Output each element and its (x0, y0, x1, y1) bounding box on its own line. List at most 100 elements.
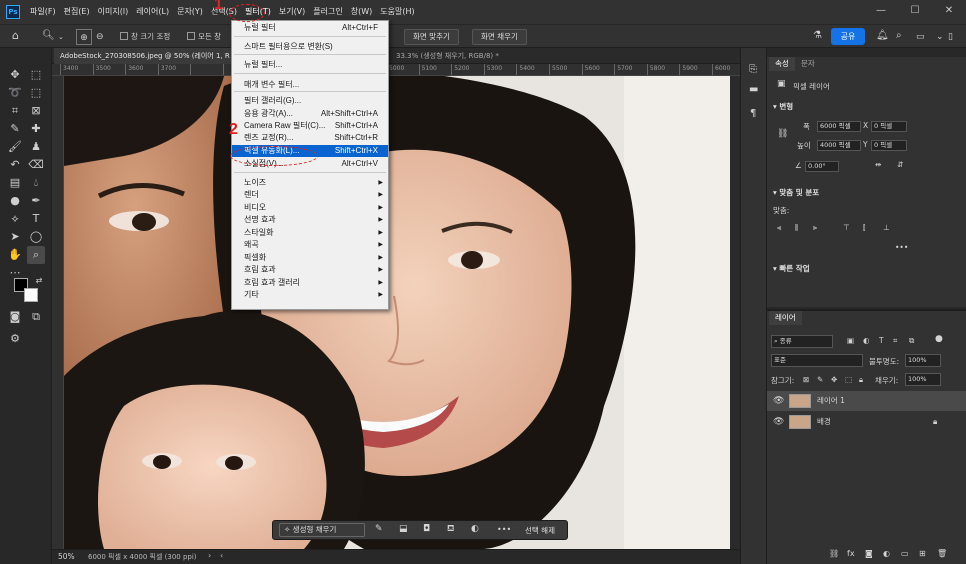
angle-field[interactable]: 0.00° (805, 161, 839, 172)
zoom-level[interactable]: 50% (58, 552, 75, 561)
filter-menu-item[interactable]: 픽셀화 ▶ (232, 252, 388, 264)
type-tool-icon[interactable]: T (27, 210, 45, 228)
filter-menu-item[interactable]: 뉴럴 필터... (232, 59, 388, 71)
brush-icon[interactable]: ✎ (375, 524, 383, 534)
chevron-down-icon[interactable]: ⌄ (936, 29, 944, 45)
filter-menu-item[interactable]: 기타 ▶ (232, 289, 388, 301)
eyedropper-tool-icon[interactable]: ✎ (6, 120, 24, 138)
dodge-tool-icon[interactable]: ● (6, 192, 24, 210)
lock-image-icon[interactable]: ✎ (817, 375, 823, 384)
lock-all-icon[interactable]: 🔒︎ (859, 375, 863, 385)
align-right-icon[interactable]: ⫸ (813, 223, 817, 233)
group-folder-icon[interactable]: ▭ (901, 549, 909, 558)
opacity-field[interactable]: 100% (905, 354, 941, 367)
adjustment-layer-icon[interactable]: ◐ (883, 549, 890, 558)
healing-brush-tool-icon[interactable]: ✚ (27, 120, 45, 138)
tab-properties[interactable]: 속성 (769, 57, 795, 71)
y-field[interactable]: 0 픽셀 (871, 140, 907, 151)
ellipse-tool-icon[interactable]: ◯ (27, 228, 45, 246)
layer-row[interactable]: 👁︎ 레이어 1 (767, 391, 966, 411)
zoom-in-icon[interactable]: ⊕ (76, 29, 92, 45)
quick-actions-section-toggle[interactable]: ▾ 빠른 작업 (773, 263, 810, 274)
lock-artboard-icon[interactable]: ⬚ (845, 375, 852, 384)
crop-tool-icon[interactable]: ⌗ (6, 102, 24, 120)
stamp-tool-icon[interactable]: ♟ (27, 138, 45, 156)
layer-name[interactable]: 레이어 1 (817, 391, 845, 411)
minimize-button[interactable]: — (864, 0, 898, 24)
fill-bucket-icon[interactable]: ⛾ (447, 524, 454, 535)
checkbox-icon[interactable] (120, 32, 128, 40)
filter-menu-item[interactable]: 흐림 효과 ▶ (232, 264, 388, 276)
swap-colors-icon[interactable]: ⇄ (30, 272, 48, 290)
marquee-tool-icon[interactable]: ⬚ (27, 66, 45, 84)
align-top-icon[interactable]: ⊤ (843, 223, 850, 232)
height-field[interactable]: 4000 픽셀 (817, 140, 861, 151)
menu-image[interactable]: 이미지(I) (94, 0, 133, 24)
filter-menu-item[interactable]: 스마트 필터용으로 변환(S) (232, 41, 388, 53)
layer-filter-kind[interactable]: ⌕ 종류 (771, 335, 833, 348)
bell-icon[interactable]: 🔔︎ (876, 28, 889, 44)
pen-path-tool-icon[interactable]: ⟡ (6, 210, 24, 228)
visibility-eye-icon[interactable]: 👁︎ (773, 412, 784, 432)
filter-toggle-icon[interactable]: ● (935, 334, 943, 344)
image-canvas[interactable] (64, 76, 730, 549)
fill-screen-button[interactable]: 화면 채우기 (472, 29, 527, 45)
document-tab-2[interactable]: 33.3% (생성형 채우기, RGB/8) * (390, 48, 505, 64)
eraser-tool-icon[interactable]: ⌫ (27, 156, 45, 174)
transform-section-toggle[interactable]: ▾ 변형 (773, 101, 793, 112)
layer-name[interactable]: 배경 (817, 412, 831, 432)
flask-icon[interactable]: ⚗ (813, 28, 822, 44)
filter-menu-item[interactable]: 비디오 ▶ (232, 202, 388, 214)
pen-tool-icon[interactable]: ✒ (27, 192, 45, 210)
align-center-h-icon[interactable]: ⫼ (795, 223, 798, 233)
filter-menu-item[interactable]: 선명 효과 ▶ (232, 214, 388, 226)
filter-menu-item[interactable]: 스타일화 ▶ (232, 227, 388, 239)
transform-icon[interactable]: ⬓ (399, 524, 408, 534)
more-icon[interactable]: ••• (497, 525, 511, 534)
screen-mode-icon[interactable]: ⧉ (27, 308, 45, 326)
align-middle-v-icon[interactable]: ⫿ (863, 223, 865, 233)
generative-fill-button[interactable]: ✧ 생성형 채우기 (279, 523, 365, 537)
blend-mode-select[interactable]: 표준 (771, 354, 863, 367)
filter-menu-item[interactable]: 뉴럴 필터 Alt+Ctrl+F (232, 22, 388, 34)
menu-type[interactable]: 문자(Y) (173, 0, 207, 24)
filter-menu-item[interactable]: Camera Raw 필터(C)... Shift+Ctrl+A (232, 120, 388, 132)
tab-layers[interactable]: 레이어 (769, 311, 802, 325)
hand-tool-icon[interactable]: ✋ (6, 246, 24, 264)
deselect-button[interactable]: 선택 해제 (525, 525, 555, 536)
menu-layer[interactable]: 레이어(L) (132, 0, 173, 24)
path-select-tool-icon[interactable]: ➤ (6, 228, 24, 246)
zoom-out-icon[interactable]: ⊖ (96, 29, 104, 45)
x-field[interactable]: 0 픽셀 (871, 121, 907, 132)
filter-menu-item[interactable]: 노이즈 ▶ (232, 177, 388, 189)
document-tab[interactable]: AdobeStock_270308506.jpeg @ 50% (레이어 1, … (54, 48, 244, 64)
adjustment-icon[interactable]: ◐ (471, 524, 479, 534)
filter-menu-item[interactable]: 필터 갤러리(G)... (232, 95, 388, 107)
search-icon[interactable]: ⌕ (896, 28, 902, 44)
filter-smart-icon[interactable]: ⧉ (909, 336, 914, 346)
fx-icon[interactable]: fx (847, 549, 855, 558)
align-section-toggle[interactable]: ▾ 맞춤 및 분포 (773, 187, 819, 198)
lock-transparent-icon[interactable]: ⊠ (803, 375, 809, 384)
link-layers-icon[interactable]: ⛓ (829, 549, 839, 558)
lock-position-icon[interactable]: ✥ (831, 375, 837, 384)
fit-screen-button[interactable]: 화면 맞추기 (404, 29, 459, 45)
chevron-left-icon[interactable]: ‹ (220, 551, 223, 560)
align-bottom-icon[interactable]: ⊥ (883, 223, 890, 232)
flip-horizontal-icon[interactable]: ⇹ (875, 160, 881, 169)
filter-menu-item[interactable]: 왜곡 ▶ (232, 239, 388, 251)
link-icon[interactable]: ⛓ (777, 129, 788, 139)
menu-edit[interactable]: 편집(E) (60, 0, 94, 24)
comments-icon[interactable]: ▬ (749, 84, 758, 95)
home-icon[interactable]: ⌂ (12, 28, 19, 44)
filter-menu-item[interactable]: 매개 변수 필터... (232, 79, 388, 91)
workspace-icon[interactable]: ▭ (916, 29, 925, 45)
background-color-swatch[interactable] (24, 288, 38, 302)
lasso-tool-icon[interactable]: ➰ (6, 84, 24, 102)
close-button[interactable]: ✕ (932, 0, 966, 24)
menu-file[interactable]: 파일(F) (26, 0, 60, 24)
brush-tool-icon[interactable]: 🖌︎ (6, 138, 24, 156)
width-field[interactable]: 6000 픽셀 (817, 121, 861, 132)
flip-vertical-icon[interactable]: ⇵ (897, 160, 903, 169)
quick-mask-icon[interactable]: ◙ (6, 308, 24, 326)
